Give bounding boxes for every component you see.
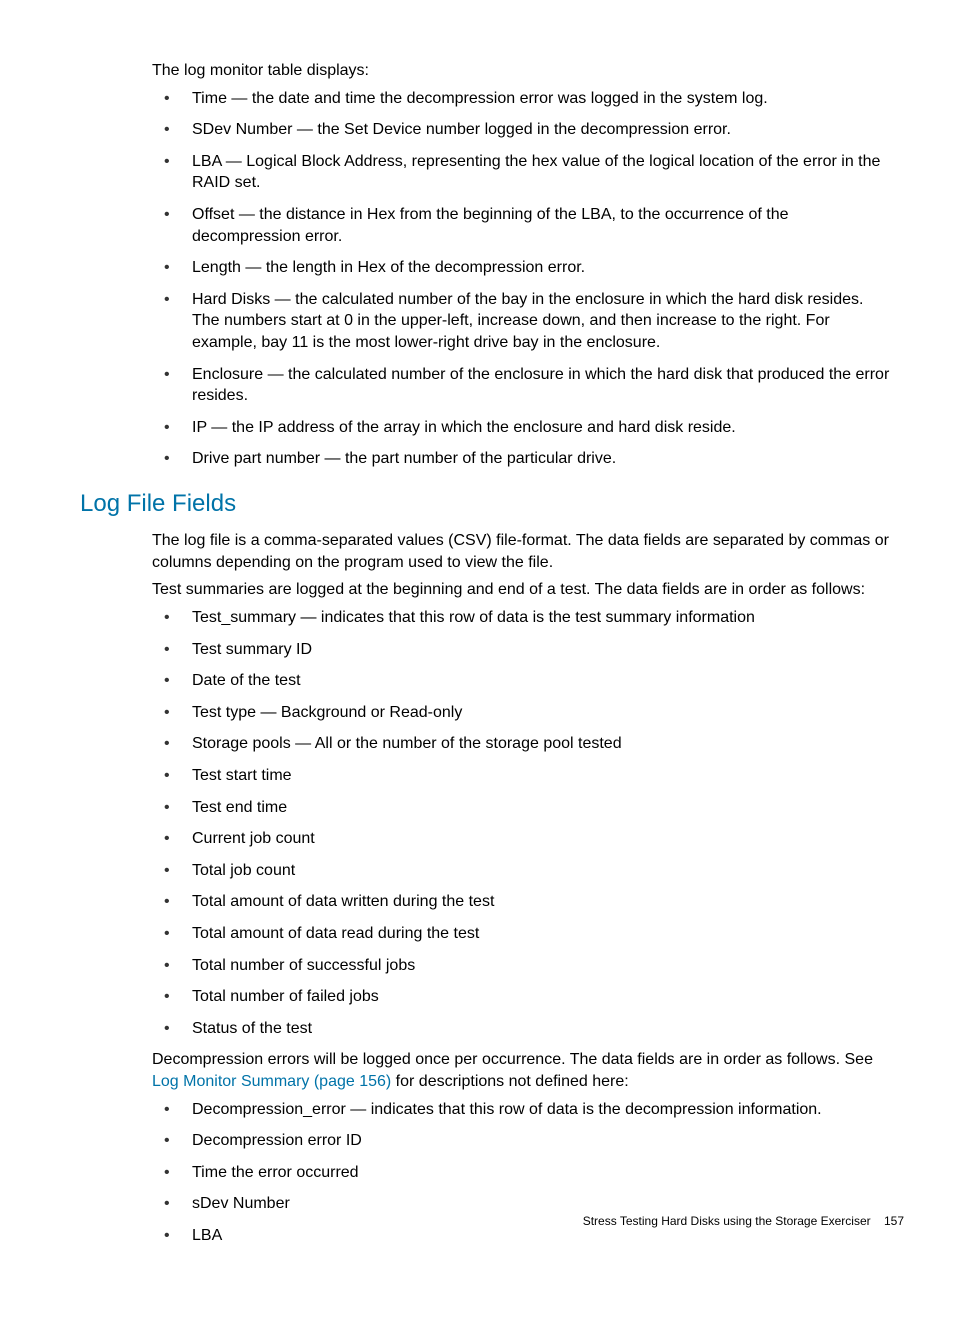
list-item: Status of the test <box>152 1018 894 1040</box>
list-item: Offset — the distance in Hex from the be… <box>152 204 894 247</box>
paragraph-csv-format: The log file is a comma-separated values… <box>152 530 894 573</box>
list-item: Date of the test <box>152 670 894 692</box>
list-item: Test type — Background or Read-only <box>152 702 894 724</box>
list-item: Test end time <box>152 797 894 819</box>
list-item: SDev Number — the Set Device number logg… <box>152 119 894 141</box>
paragraph-decompression-errors: Decompression errors will be logged once… <box>152 1049 894 1092</box>
list-item: Hard Disks — the calculated number of th… <box>152 289 894 354</box>
log-monitor-table-list: Time — the date and time the decompressi… <box>152 88 894 470</box>
list-item: Total number of failed jobs <box>152 986 894 1008</box>
list-item: Enclosure — the calculated number of the… <box>152 364 894 407</box>
paragraph-test-summaries: Test summaries are logged at the beginni… <box>152 579 894 601</box>
list-item: Decompression error ID <box>152 1130 894 1152</box>
body-block-1: The log monitor table displays: Time — t… <box>152 60 894 470</box>
list-item: Time — the date and time the decompressi… <box>152 88 894 110</box>
list-item: Test start time <box>152 765 894 787</box>
list-item: Storage pools — All or the number of the… <box>152 733 894 755</box>
section-heading-log-file-fields: Log File Fields <box>80 488 904 520</box>
footer-page-number: 157 <box>884 1214 904 1228</box>
list-item: Decompression_error — indicates that thi… <box>152 1099 894 1121</box>
list-item: Total number of successful jobs <box>152 955 894 977</box>
list-item: Current job count <box>152 828 894 850</box>
list-item: Total amount of data written during the … <box>152 891 894 913</box>
list-item: sDev Number <box>152 1193 894 1215</box>
page-footer: Stress Testing Hard Disks using the Stor… <box>583 1213 904 1229</box>
body-block-2: The log file is a comma-separated values… <box>152 530 894 1246</box>
text-fragment: Decompression errors will be logged once… <box>152 1051 873 1068</box>
intro-paragraph: The log monitor table displays: <box>152 60 894 82</box>
list-item: IP — the IP address of the array in whic… <box>152 417 894 439</box>
footer-title: Stress Testing Hard Disks using the Stor… <box>583 1214 871 1228</box>
test-summary-fields-list: Test_summary — indicates that this row o… <box>152 607 894 1039</box>
list-item: LBA — Logical Block Address, representin… <box>152 151 894 194</box>
list-item: Total amount of data read during the tes… <box>152 923 894 945</box>
list-item: Drive part number — the part number of t… <box>152 448 894 470</box>
list-item: Total job count <box>152 860 894 882</box>
list-item: Time the error occurred <box>152 1162 894 1184</box>
text-fragment: for descriptions not defined here: <box>391 1073 628 1090</box>
list-item: Test summary ID <box>152 639 894 661</box>
list-item: Test_summary — indicates that this row o… <box>152 607 894 629</box>
page: The log monitor table displays: Time — t… <box>0 0 954 1317</box>
list-item: Length — the length in Hex of the decomp… <box>152 257 894 279</box>
link-log-monitor-summary[interactable]: Log Monitor Summary (page 156) <box>152 1073 391 1090</box>
